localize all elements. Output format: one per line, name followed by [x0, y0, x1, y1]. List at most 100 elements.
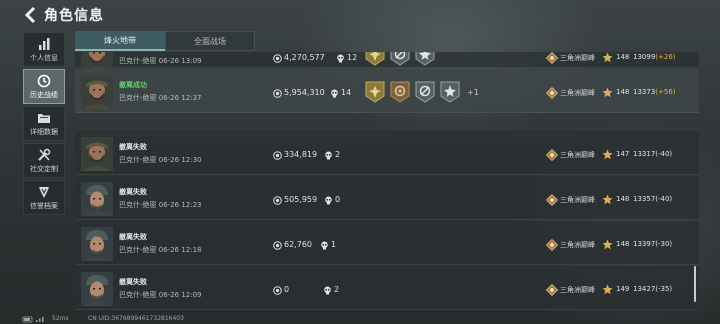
rank-name: 三角洲巅峰 [560, 151, 595, 159]
star-icon [602, 149, 613, 160]
bar-chart-icon [39, 37, 50, 50]
coin-icon [273, 196, 282, 205]
rank-score: 13427(-35) [633, 285, 673, 293]
sidebar-item-label: 详细数据 [30, 127, 58, 136]
rank-name: 三角洲巅峰 [560, 241, 595, 249]
rank-score: 13357(-40) [633, 195, 673, 203]
avatar [81, 182, 113, 216]
tab-full-battlefield[interactable]: 全面战场 [165, 31, 255, 51]
rank-name: 三角洲巅峰 [560, 196, 595, 204]
map-time: 巴克什-绝密 06-26 12:18 [119, 246, 202, 254]
sidebar-item-label: 历史战绩 [30, 90, 58, 99]
rank-score: 13099(+26) [633, 53, 676, 61]
sidebar-item-reputation[interactable]: 信誉档案 [23, 180, 65, 215]
kill-count: 12 [347, 53, 358, 62]
extraction-result: 撤离成功 [119, 81, 147, 89]
sidebar-item-social[interactable]: 社交定制 [23, 143, 65, 178]
kill-count: 2 [334, 285, 340, 294]
skull-icon [331, 89, 338, 98]
table-row[interactable]: 撤离失败 巴克什-绝密 06-26 12:30 334,819 2 三角洲巅峰 … [75, 131, 699, 175]
medal-icon [415, 52, 435, 66]
medal-icon[interactable] [365, 81, 385, 103]
asset-value: 4,270,577 [284, 53, 325, 62]
clock-history-icon [37, 74, 51, 87]
map-time: 巴克什-绝密 06-26 12:09 [119, 291, 202, 299]
asset-value: 505,959 [284, 195, 318, 204]
table-row[interactable]: 撤离失败 巴克什-绝密 06-26 12:23 505,959 0 三角洲巅峰 … [75, 176, 699, 220]
mode-tabs: 烽火地带 全面战场 [75, 31, 255, 51]
asset-value: 0 [284, 285, 290, 294]
table-row[interactable]: 撤离失败 巴克什-绝密 06-26 12:09 0 2 三角洲巅峰 149 13… [75, 266, 699, 310]
player-level: 149 [616, 285, 630, 293]
avatar [81, 227, 113, 261]
tab-hazard-zone[interactable]: 烽火地带 [75, 31, 165, 51]
coin-icon [273, 89, 282, 98]
rank-score: 13317(-40) [633, 150, 673, 158]
coin-icon [273, 286, 282, 295]
kill-count: 0 [335, 195, 341, 204]
sidebar-item-personal-info[interactable]: 个人信息 [23, 32, 65, 67]
skull-icon [325, 151, 332, 160]
header: 角色信息 [0, 0, 720, 30]
rank-name: 三角洲巅峰 [560, 89, 595, 97]
table-row[interactable]: 撤离失败 巴克什-绝密 06-26 12:18 62,760 1 三角洲巅峰 1… [75, 221, 699, 265]
rank-badge-icon [546, 194, 558, 206]
asset-value: 62,760 [284, 240, 312, 249]
kill-count: 14 [341, 88, 352, 97]
map-time: 巴克什-绝密 06-26 12:23 [119, 201, 202, 209]
list-scrollbar[interactable] [694, 266, 696, 302]
medal-icon[interactable] [415, 81, 435, 103]
medal-icon [390, 52, 410, 66]
extraction-result: 撤离失败 [119, 143, 147, 151]
skull-icon [337, 54, 344, 63]
table-row[interactable]: 巴克什-绝密 06-26 13:09 4,270,577 12 三角洲巅峰 14… [75, 52, 699, 68]
status-bar: 52ms CN UID:3676899461732816403 [0, 314, 720, 324]
medal-icon[interactable] [440, 81, 460, 103]
skull-icon [325, 196, 332, 205]
table-row[interactable]: 撤离成功 巴克什-绝密 06-26 12:37 5,954,310 14 +1 … [75, 69, 699, 113]
network-battery-icon [22, 316, 44, 323]
map-time: 巴克什-绝密 06-26 13:09 [119, 57, 202, 65]
kill-count: 1 [331, 240, 337, 249]
rank-badge-icon [546, 239, 558, 251]
back-arrow-icon[interactable] [22, 6, 40, 24]
rank-badge-icon [546, 149, 558, 161]
rank-score: 13373(+56) [633, 88, 676, 96]
coin-icon [273, 54, 282, 63]
more-medals-count[interactable]: +1 [467, 88, 479, 97]
coin-icon [273, 241, 282, 250]
rank-score: 13397(-30) [633, 240, 673, 248]
rank-name: 三角洲巅峰 [560, 286, 595, 294]
avatar [81, 137, 113, 171]
player-level: 147 [616, 150, 630, 158]
rank-badge-icon [546, 284, 558, 296]
player-level: 148 [616, 88, 630, 96]
map-time: 巴克什-绝密 06-26 12:30 [119, 156, 202, 164]
player-level: 148 [616, 195, 630, 203]
sidebar-item-detail-data[interactable]: 详细数据 [23, 106, 65, 141]
tools-icon [38, 148, 51, 161]
skull-icon [324, 286, 331, 295]
ping-value: 52ms [52, 315, 69, 322]
sidebar-item-history[interactable]: 历史战绩 [23, 69, 65, 104]
rank-badge-icon [546, 52, 558, 64]
history-record-list[interactable]: 巴克什-绝密 06-26 13:09 4,270,577 12 三角洲巅峰 14… [75, 52, 699, 324]
skull-icon [321, 241, 328, 250]
medal-icon[interactable] [390, 81, 410, 103]
shield-badge-icon [39, 186, 49, 198]
sidebar-item-label: 信誉档案 [30, 201, 58, 210]
extraction-result: 撤离失败 [119, 278, 147, 286]
star-icon [602, 87, 613, 98]
asset-value: 5,954,310 [284, 88, 325, 97]
star-icon [602, 52, 613, 63]
kill-count: 2 [335, 150, 341, 159]
medal-icon [365, 52, 385, 66]
page-title: 角色信息 [44, 8, 104, 24]
rank-badge-icon [546, 87, 558, 99]
rank-name: 三角洲巅峰 [560, 54, 595, 62]
avatar [81, 75, 113, 109]
folder-icon [38, 113, 50, 123]
map-time: 巴克什-绝密 06-26 12:37 [119, 94, 202, 102]
avatar [81, 272, 113, 306]
coin-icon [273, 151, 282, 160]
